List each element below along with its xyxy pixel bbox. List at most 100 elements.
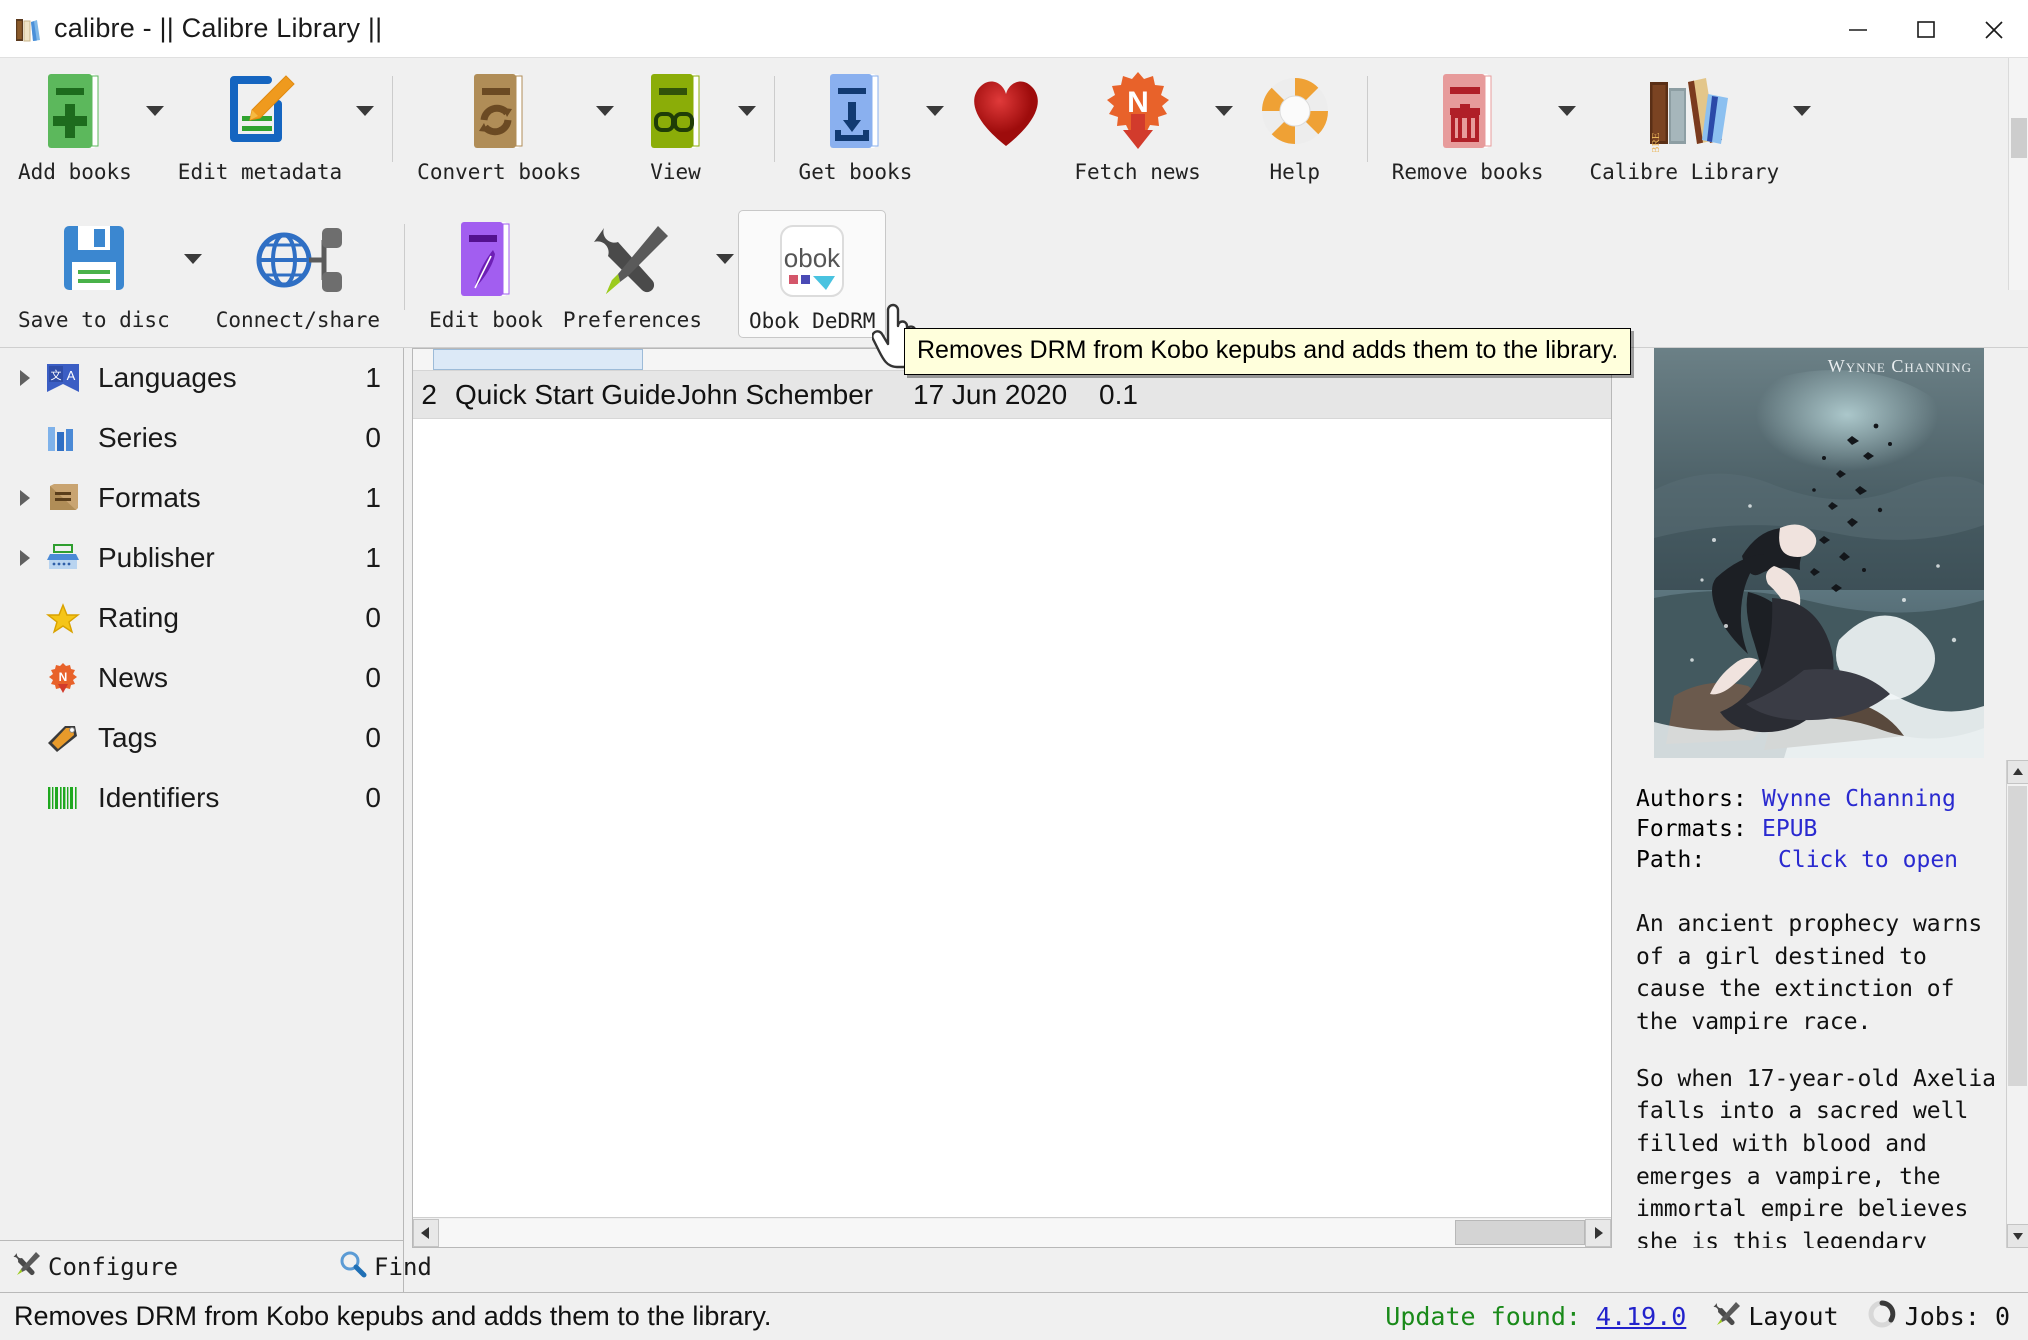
- status-message: Removes DRM from Kobo kepubs and adds th…: [14, 1301, 772, 1331]
- sidebar-count-languages: 1: [365, 362, 381, 393]
- wrench-screwdriver-icon: [1712, 1300, 1742, 1334]
- description-paragraph-2: So when 17-year-old Axelia falls into a …: [1636, 1065, 1997, 1248]
- view-button[interactable]: View: [618, 62, 734, 188]
- sidebar-item-identifiers[interactable]: Identifiers 0: [0, 768, 403, 828]
- fetch-news-button[interactable]: N Fetch news: [1064, 62, 1210, 188]
- layout-label: Layout: [1748, 1302, 1839, 1331]
- details-vertical-scrollbar[interactable]: [2006, 760, 2028, 1248]
- heart-icon: [958, 68, 1054, 154]
- chevron-right-icon[interactable]: [10, 490, 40, 506]
- layout-button[interactable]: Layout: [1712, 1300, 1839, 1334]
- convert-books-caret-icon[interactable]: [594, 68, 616, 154]
- rating-star-icon: [40, 598, 86, 638]
- minimize-icon[interactable]: [1824, 0, 1892, 58]
- preferences-button[interactable]: Preferences: [553, 210, 712, 336]
- preferences-caret-icon[interactable]: [714, 216, 736, 302]
- sidebar-item-formats[interactable]: Formats 1: [0, 468, 403, 528]
- save-to-disc-label: Save to disc: [18, 308, 170, 332]
- book-details-panel: Wynne Channing Authors: Wynne Channing F…: [1620, 348, 2028, 1248]
- help-button[interactable]: Help: [1237, 62, 1353, 188]
- toolbar-separator: [392, 76, 394, 162]
- row-author: John Schember: [677, 378, 874, 410]
- connect-share-button[interactable]: Connect/share: [206, 210, 390, 336]
- chevron-right-icon[interactable]: [10, 370, 40, 386]
- configure-button[interactable]: Configure: [12, 1250, 178, 1284]
- update-found-notice: Update found: 4.19.0: [1385, 1302, 1686, 1331]
- window-scrollbar[interactable]: [2008, 58, 2028, 290]
- scroll-down-icon[interactable]: [2007, 1224, 2028, 1248]
- save-to-disc-button[interactable]: Save to disc: [8, 210, 180, 336]
- edit-metadata-caret-icon[interactable]: [354, 68, 376, 154]
- save-to-disc-icon: [46, 216, 142, 302]
- details-scroll-thumb[interactable]: [2008, 786, 2027, 1086]
- metadata-value-authors[interactable]: Wynne Channing: [1762, 786, 1956, 812]
- metadata-key-path: Path:: [1636, 846, 1706, 873]
- metadata-key-formats: Formats:: [1636, 816, 1747, 843]
- fetch-news-caret-icon[interactable]: [1213, 68, 1235, 154]
- sidebar-item-tags[interactable]: Tags 0: [0, 708, 403, 768]
- sidebar-count-formats: 1: [365, 482, 381, 513]
- book-list-header-selected-column[interactable]: [433, 349, 643, 370]
- book-description: An ancient prophecy warns of a girl dest…: [1636, 908, 2008, 1248]
- sidebar-label-languages: Languages: [98, 362, 237, 393]
- scroll-thumb[interactable]: [1455, 1219, 1585, 1245]
- metadata-value-formats[interactable]: EPUB: [1762, 816, 1817, 842]
- calibre-library-icon: CALIBRE: [1636, 68, 1732, 154]
- update-version-link[interactable]: 4.19.0: [1596, 1302, 1686, 1331]
- scroll-up-icon[interactable]: [2007, 760, 2028, 784]
- spinner-icon: [1865, 1298, 1899, 1336]
- scroll-left-icon[interactable]: [413, 1218, 439, 1247]
- table-row[interactable]: 2 Quick Start Guide John Schember 17 Jun…: [413, 371, 1611, 419]
- fetch-news-label: Fetch news: [1074, 160, 1201, 184]
- view-icon: [628, 68, 724, 154]
- chevron-right-icon[interactable]: [10, 550, 40, 566]
- sidebar-label-series: Series: [98, 422, 178, 453]
- window-title: calibre - || Calibre Library ||: [54, 13, 383, 43]
- sidebar-count-publisher: 1: [365, 542, 381, 573]
- find-button[interactable]: Find: [338, 1250, 432, 1284]
- window-scrollbar-thumb[interactable]: [2011, 118, 2027, 158]
- book-cover-image[interactable]: Wynne Channing: [1654, 348, 1984, 758]
- sidebar-item-series[interactable]: Series 0: [0, 408, 403, 468]
- sidebar-label-tags: Tags: [98, 722, 158, 753]
- book-list[interactable]: 2 Quick Start Guide John Schember 17 Jun…: [412, 348, 1612, 1248]
- remove-books-button[interactable]: Remove books: [1382, 62, 1554, 188]
- scroll-right-icon[interactable]: [1585, 1218, 1611, 1247]
- description-paragraph-1: An ancient prophecy warns of a girl dest…: [1636, 911, 1983, 1035]
- edit-book-button[interactable]: Edit book: [419, 210, 553, 336]
- tooltip: Removes DRM from Kobo kepubs and adds th…: [904, 328, 1632, 375]
- view-caret-icon[interactable]: [736, 68, 758, 154]
- help-icon: [1247, 68, 1343, 154]
- edit-metadata-label: Edit metadata: [177, 160, 343, 184]
- convert-books-button[interactable]: Convert books: [407, 62, 591, 188]
- obok-dedrm-button[interactable]: obok Obok DeDRM: [737, 210, 887, 338]
- cover-author-text: Wynne Channing: [1827, 356, 1972, 376]
- favorites-button[interactable]: [948, 62, 1064, 164]
- sidebar-item-rating[interactable]: Rating 0: [0, 588, 403, 648]
- close-icon[interactable]: [1960, 0, 2028, 58]
- sidebar-item-languages[interactable]: 文 A Languages 1: [0, 348, 403, 408]
- get-books-button[interactable]: Get books: [789, 62, 923, 188]
- save-to-disc-caret-icon[interactable]: [182, 216, 204, 302]
- fetch-news-icon: N: [1090, 68, 1186, 154]
- sidebar-item-news[interactable]: N News 0: [0, 648, 403, 708]
- series-icon: [40, 418, 86, 458]
- sidebar-label-news: News: [98, 662, 169, 693]
- maximize-icon[interactable]: [1892, 0, 1960, 58]
- main-toolbar: Add books Edit metadata Convert books Vi…: [0, 58, 2028, 369]
- remove-books-caret-icon[interactable]: [1556, 68, 1578, 154]
- status-bar: Removes DRM from Kobo kepubs and adds th…: [0, 1292, 2028, 1340]
- calibre-library-caret-icon[interactable]: [1791, 68, 1813, 154]
- jobs-button[interactable]: Jobs: 0: [1865, 1298, 2010, 1336]
- scroll-track[interactable]: [439, 1218, 1585, 1247]
- sidebar-item-publisher[interactable]: Publisher 1: [0, 528, 403, 588]
- calibre-library-button[interactable]: CALIBRE Calibre Library: [1580, 62, 1790, 188]
- add-books-button[interactable]: Add books: [8, 62, 142, 188]
- sidebar-count-news: 0: [365, 662, 381, 693]
- edit-metadata-button[interactable]: Edit metadata: [168, 62, 352, 188]
- get-books-caret-icon[interactable]: [924, 68, 946, 154]
- add-books-caret-icon[interactable]: [144, 68, 166, 154]
- obok-dedrm-icon: obok: [764, 217, 860, 303]
- book-list-horizontal-scrollbar[interactable]: [413, 1217, 1611, 1247]
- metadata-value-path-link[interactable]: Click to open: [1778, 847, 1958, 873]
